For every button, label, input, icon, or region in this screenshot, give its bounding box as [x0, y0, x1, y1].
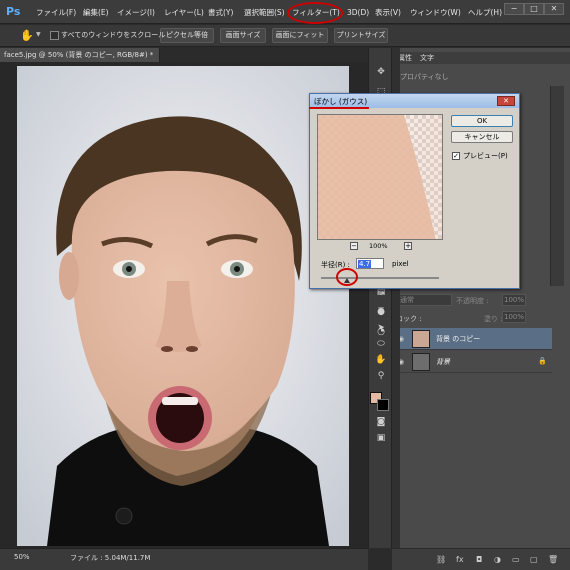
- fit-screen-button[interactable]: 画面サイズ: [220, 28, 266, 43]
- fill-label: 塗り :: [484, 315, 503, 323]
- actual-pixels-button[interactable]: ピクセル等倍: [160, 28, 214, 43]
- zoom-tool-icon[interactable]: ⚲: [375, 370, 387, 382]
- document-tab-title: face5.jpg @ 50% (背景 のコピー, RGB/8#) *: [4, 51, 154, 59]
- menu-type[interactable]: 書式(Y): [208, 6, 233, 20]
- tab-character[interactable]: 文字: [420, 53, 434, 63]
- document-tab[interactable]: face5.jpg @ 50% (背景 のコピー, RGB/8#) *: [0, 48, 160, 62]
- photoshop-logo: Ps: [6, 5, 21, 18]
- properties-panel-header: 属性 文字: [392, 52, 570, 64]
- menu-image[interactable]: イメージ(I): [117, 6, 155, 20]
- opacity-field[interactable]: 100%: [502, 294, 526, 306]
- menu-file[interactable]: ファイル(F): [36, 6, 76, 20]
- gaussian-blur-dialog: ぼかし (ガウス) ✕ − 100% + OK キャンセル ✓ プレビュー(P)…: [309, 93, 520, 289]
- shape-tool-icon[interactable]: ⬭: [375, 338, 387, 350]
- properties-scrollbar[interactable]: [550, 86, 564, 286]
- dialog-close-button[interactable]: ✕: [497, 96, 515, 106]
- preview-zoom-in-button[interactable]: +: [404, 242, 412, 250]
- scroll-all-label: すべてのウィンドウをスクロール: [61, 31, 166, 39]
- preview-image: [318, 115, 442, 239]
- move-tool-icon[interactable]: ✥: [375, 66, 387, 78]
- preview-label: プレビュー(P): [463, 152, 508, 160]
- layer-name: 背景: [436, 358, 450, 366]
- properties-empty-label: プロパティなし: [400, 73, 449, 81]
- chevron-down-icon[interactable]: ▼: [36, 31, 41, 38]
- scroll-all-checkbox[interactable]: [50, 31, 59, 40]
- lock-icon: 🔒: [538, 357, 547, 365]
- menu-help[interactable]: ヘルプ(H): [468, 6, 502, 20]
- fill-field[interactable]: 100%: [502, 311, 526, 323]
- preview-checkbox[interactable]: ✓: [452, 152, 460, 160]
- canvas-image[interactable]: [17, 66, 349, 546]
- menu-window[interactable]: ウィンドウ(W): [410, 6, 461, 20]
- menu-edit[interactable]: 編集(E): [83, 6, 109, 20]
- preview-zoom-level: 100%: [369, 242, 388, 250]
- zoom-readout[interactable]: 50%: [14, 553, 30, 561]
- preview-zoom-out-button[interactable]: −: [350, 242, 358, 250]
- hand-icon[interactable]: ✋: [20, 29, 34, 42]
- menu-3d[interactable]: 3D(D): [347, 6, 369, 20]
- layer-thumbnail: [412, 353, 430, 371]
- filter-preview[interactable]: [317, 114, 443, 240]
- cancel-button[interactable]: キャンセル: [451, 131, 513, 143]
- blend-mode-select[interactable]: 通常: [396, 294, 452, 306]
- radius-unit-label: pixel: [392, 260, 409, 268]
- layer-thumbnail: [412, 330, 430, 348]
- link-layers-icon[interactable]: ⛓: [436, 555, 446, 564]
- opacity-label: 不透明度 :: [456, 297, 489, 305]
- file-info[interactable]: ファイル : 5.04M/11.7M: [70, 553, 150, 563]
- layer-name: 背景 のコピー: [436, 335, 481, 343]
- fill-screen-button[interactable]: 画面にフィット: [272, 28, 328, 43]
- dialog-title: ぼかし (ガウス): [314, 97, 368, 106]
- pen-tool-icon[interactable]: ✑: [375, 288, 387, 300]
- layer-mask-icon[interactable]: ◘: [476, 555, 482, 564]
- close-window-button[interactable]: ✕: [544, 3, 564, 15]
- layers-panel-footer: ⛓ fx ◘ ◑ ▭ ▢ 🗑: [392, 548, 570, 570]
- menu-select[interactable]: 選択範囲(S): [244, 6, 285, 20]
- layer-row-background-copy[interactable]: ◉ 背景 のコピー: [392, 328, 552, 350]
- radius-input[interactable]: 4.7: [356, 258, 384, 269]
- new-group-icon[interactable]: ▭: [512, 555, 520, 564]
- tab-properties[interactable]: 属性: [398, 53, 412, 63]
- status-bar: 50% ファイル : 5.04M/11.7M: [0, 548, 368, 570]
- title-annotation-underline: [309, 107, 369, 109]
- new-layer-icon[interactable]: ▢: [530, 555, 538, 564]
- menu-bar: Ps ファイル(F) 編集(E) イメージ(I) レイヤー(L) 書式(Y) 選…: [0, 0, 570, 24]
- screen-mode-icon[interactable]: ▣: [375, 432, 387, 444]
- menu-view[interactable]: 表示(V): [375, 6, 401, 20]
- quick-mask-icon[interactable]: ◙: [375, 416, 387, 428]
- path-select-tool-icon[interactable]: ➤: [375, 322, 387, 334]
- adjustment-layer-icon[interactable]: ◑: [494, 555, 501, 564]
- ok-button[interactable]: OK: [451, 115, 513, 127]
- menu-layer[interactable]: レイヤー(L): [164, 6, 204, 20]
- hand-tool-icon[interactable]: ✋: [375, 354, 387, 366]
- slider-annotation-circle: [336, 268, 358, 286]
- delete-layer-icon[interactable]: 🗑: [548, 555, 558, 564]
- maximize-button[interactable]: □: [524, 3, 544, 15]
- radius-value: 4.7: [358, 260, 372, 268]
- type-tool-icon[interactable]: T: [375, 306, 387, 318]
- background-color-swatch[interactable]: [377, 399, 389, 411]
- dialog-titlebar[interactable]: ぼかし (ガウス) ✕: [310, 94, 519, 108]
- layer-style-icon[interactable]: fx: [456, 555, 464, 564]
- layer-row-background[interactable]: ◉ 背景 🔒: [392, 351, 552, 373]
- filter-menu-annotation: [287, 2, 343, 24]
- minimize-button[interactable]: −: [504, 3, 524, 15]
- print-size-button[interactable]: プリントサイズ: [334, 28, 388, 43]
